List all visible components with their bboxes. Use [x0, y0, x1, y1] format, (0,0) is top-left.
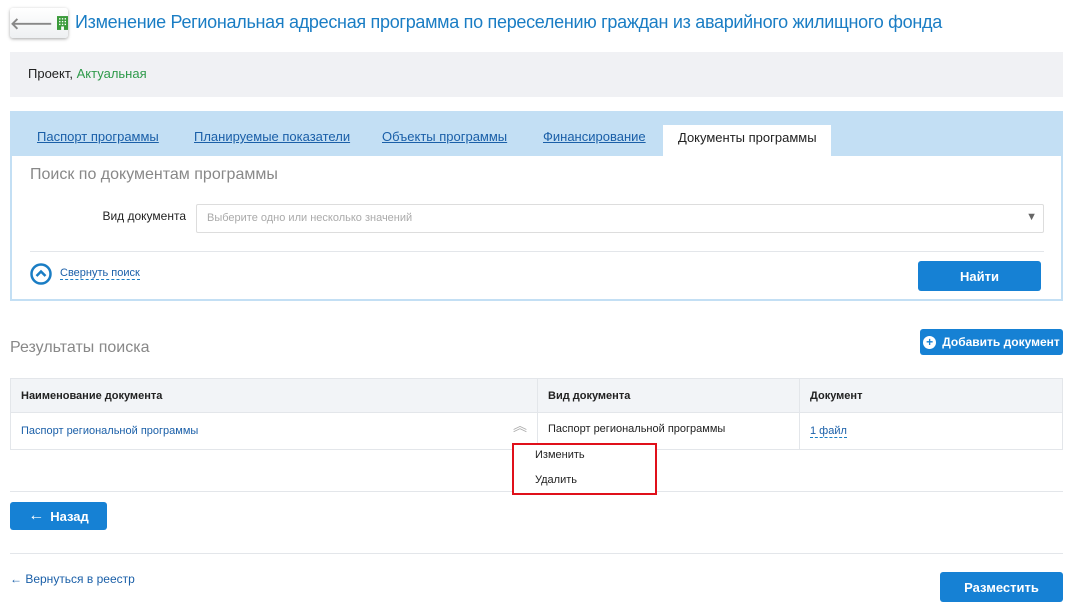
- find-button[interactable]: Найти: [918, 261, 1041, 291]
- back-home-button[interactable]: 🡐: [10, 8, 68, 38]
- collapse-circle-icon[interactable]: [30, 263, 52, 285]
- results-heading: Результаты поиска: [10, 339, 150, 356]
- back-label: Назад: [50, 508, 89, 524]
- column-header[interactable]: Документ: [799, 378, 1063, 413]
- tab-bar: Паспорт программы Планируемые показатели…: [12, 111, 1061, 156]
- doc-type-select[interactable]: Выберите одно или несколько значений ▼: [196, 204, 1044, 233]
- search-panel: Паспорт программы Планируемые показатели…: [10, 111, 1063, 301]
- tab-objects[interactable]: Объекты программы: [382, 129, 507, 144]
- collapse-search-link[interactable]: Свернуть поиск: [60, 267, 140, 280]
- tab-documents[interactable]: Документы программы: [663, 125, 831, 156]
- status-version: Актуальная: [76, 66, 147, 81]
- doc-type-label: Вид документа: [102, 209, 186, 223]
- chevron-down-icon: ▼: [1026, 211, 1037, 223]
- column-header[interactable]: Вид документа: [537, 378, 800, 413]
- file-link[interactable]: 1 файл: [810, 425, 847, 438]
- table-header: Наименование документа Вид документа Док…: [10, 378, 1063, 413]
- add-document-button[interactable]: + Добавить документ: [920, 329, 1063, 355]
- search-heading: Поиск по документам программы: [30, 166, 278, 183]
- document-name-link[interactable]: Паспорт региональной программы: [21, 425, 198, 437]
- arrow-left-icon: ←: [28, 507, 45, 524]
- publish-button[interactable]: Разместить: [940, 572, 1063, 602]
- status-state: Проект,: [28, 66, 73, 81]
- page-title: Изменение Региональная адресная программ…: [75, 12, 942, 32]
- results-table: Наименование документа Вид документа Док…: [10, 378, 1063, 450]
- tab-passport[interactable]: Паспорт программы: [37, 129, 159, 144]
- double-chevron-up-icon[interactable]: ︽: [513, 419, 527, 433]
- doc-type-placeholder: Выберите одно или несколько значений: [207, 212, 413, 224]
- divider: [30, 251, 1044, 252]
- menu-item-edit[interactable]: Изменить: [535, 449, 585, 461]
- status-bar: Проект, Актуальная: [10, 52, 1063, 97]
- back-button[interactable]: ← Назад: [10, 502, 107, 530]
- column-header[interactable]: Наименование документа: [10, 378, 538, 413]
- building-icon: [56, 16, 68, 30]
- return-to-registry-link[interactable]: ← Вернуться в реестр: [10, 572, 135, 586]
- tab-indicators[interactable]: Планируемые показатели: [194, 129, 350, 144]
- menu-item-delete[interactable]: Удалить: [535, 474, 577, 486]
- tab-financing[interactable]: Финансирование: [543, 129, 646, 144]
- divider: [10, 553, 1063, 554]
- add-document-label: Добавить документ: [942, 335, 1060, 349]
- arrow-left-icon: 🡐: [10, 15, 53, 33]
- context-menu: Изменить Удалить: [512, 443, 657, 495]
- plus-circle-icon: +: [923, 335, 937, 349]
